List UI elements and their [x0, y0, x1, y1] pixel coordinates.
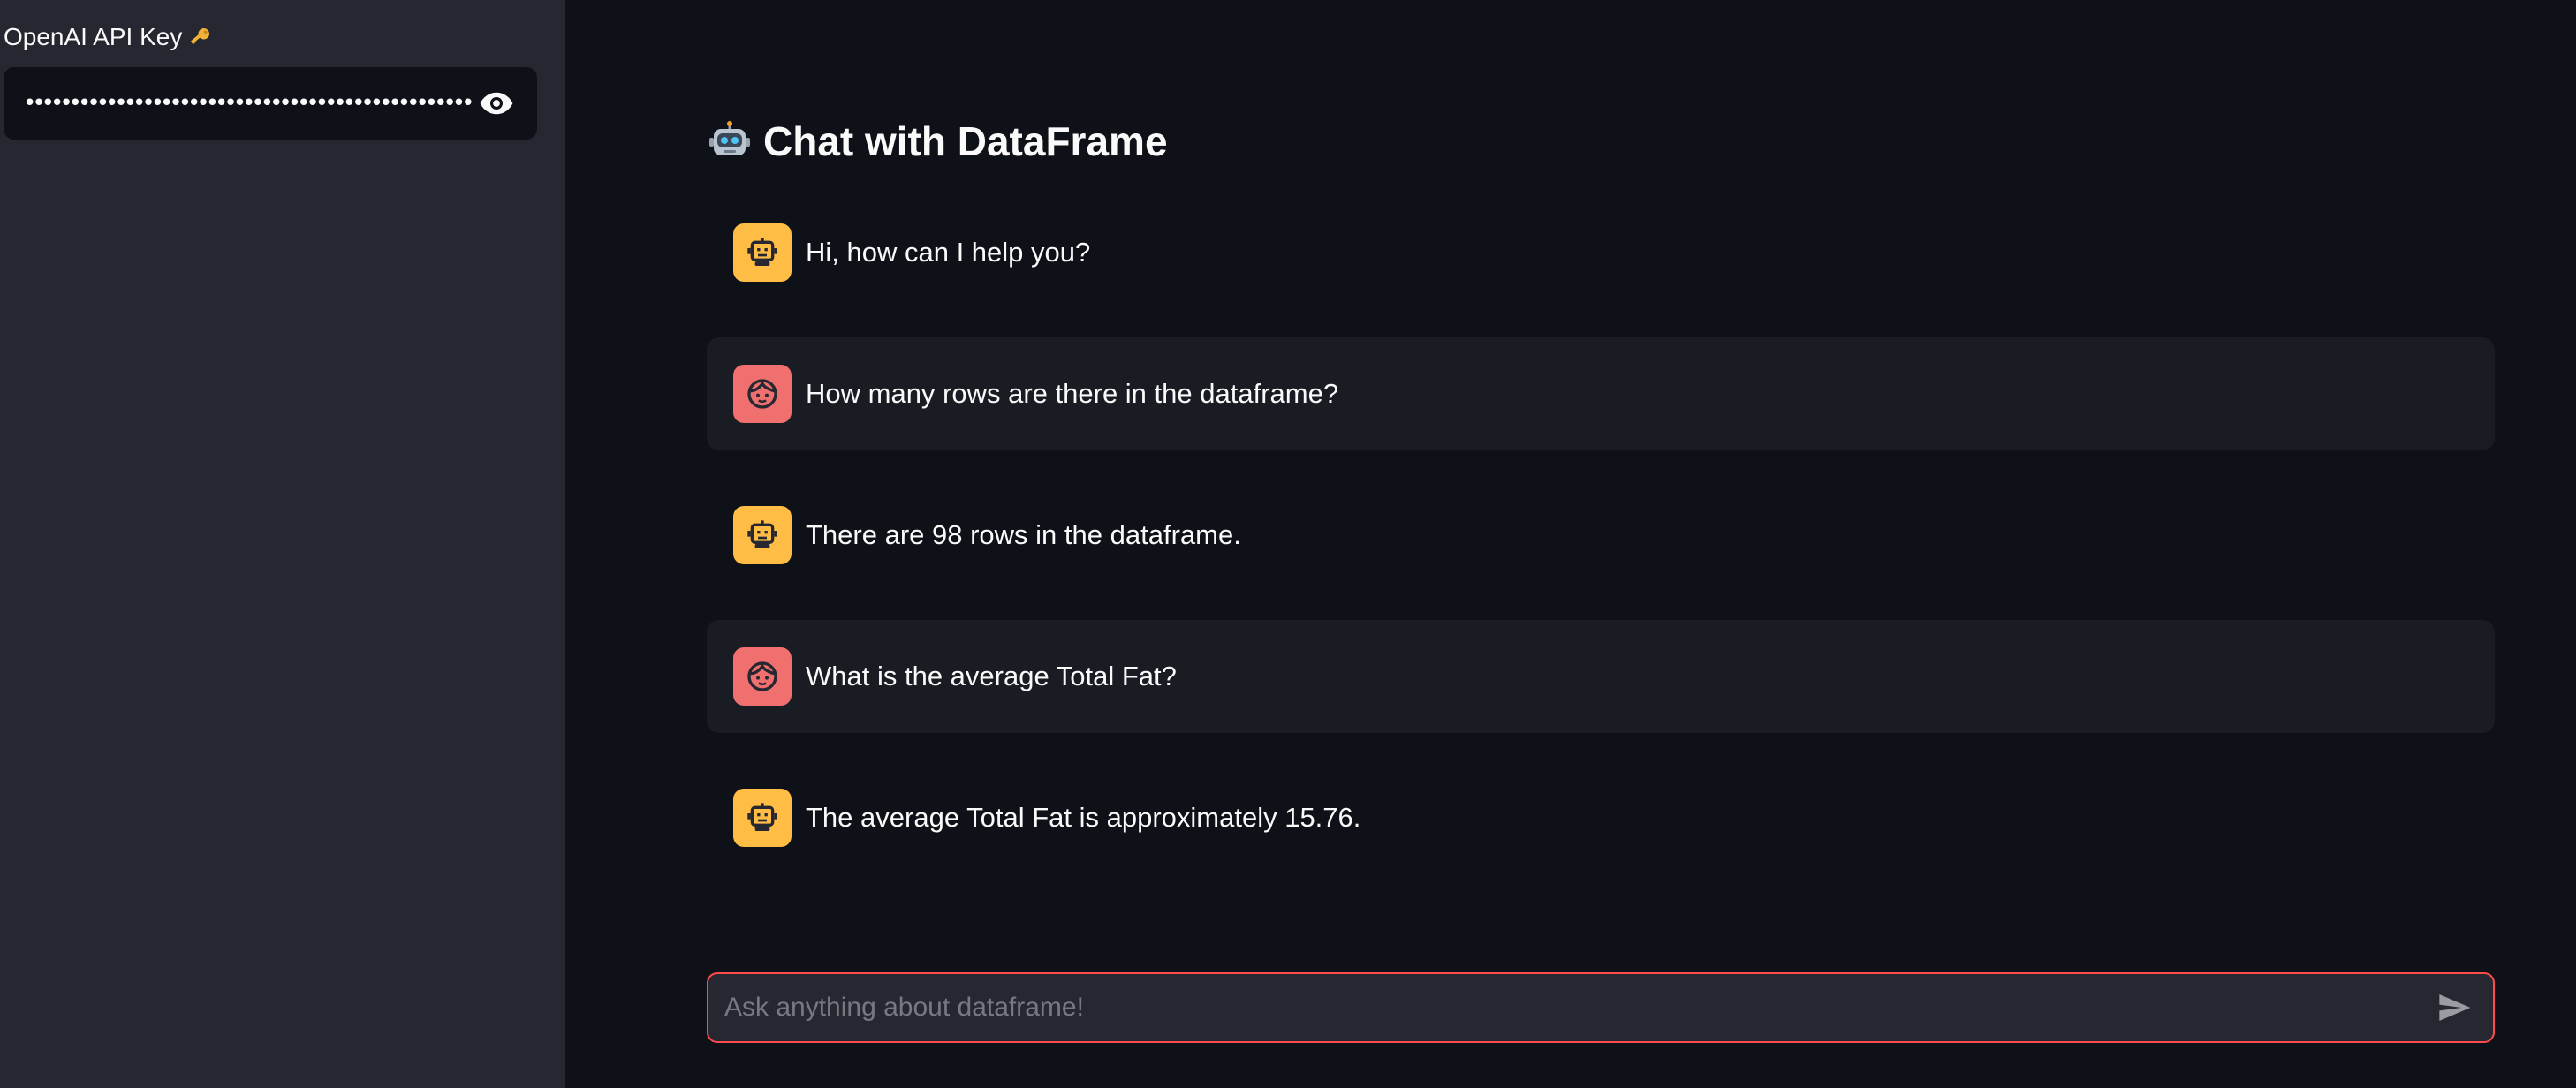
- send-icon: [2439, 994, 2471, 1021]
- chat-message-assistant: The average Total Fat is approximately 1…: [707, 761, 2495, 874]
- assistant-avatar: [733, 506, 792, 564]
- bot-icon: [747, 803, 777, 831]
- assistant-avatar: [733, 223, 792, 282]
- chat-input-container: [707, 972, 2495, 1043]
- key-icon: [191, 28, 210, 45]
- send-button[interactable]: [2429, 983, 2479, 1032]
- robot-icon: [709, 121, 750, 155]
- message-text: How many rows are there in the dataframe…: [806, 378, 1339, 409]
- page-title: Chat with DataFrame: [763, 118, 1168, 164]
- show-password-button[interactable]: [474, 80, 519, 126]
- bot-icon: [747, 520, 777, 548]
- user-face-icon: [747, 379, 777, 409]
- message-text: What is the average Total Fat?: [806, 661, 1177, 691]
- user-face-icon: [747, 661, 777, 691]
- page-title-row: Chat with DataFrame: [708, 113, 1168, 170]
- api-key-label-row: OpenAI API Key: [4, 21, 214, 53]
- sidebar: OpenAI API Key: [0, 0, 565, 1088]
- chat-message-user: What is the average Total Fat?: [707, 620, 2495, 733]
- user-avatar: [733, 365, 792, 423]
- api-key-input[interactable]: [21, 89, 474, 117]
- message-text: There are 98 rows in the dataframe.: [806, 519, 1241, 550]
- chat-message-assistant: There are 98 rows in the dataframe.: [707, 479, 2495, 592]
- message-text: Hi, how can I help you?: [806, 237, 1091, 268]
- assistant-avatar: [733, 789, 792, 847]
- chat-message-assistant: Hi, how can I help you?: [707, 196, 2495, 309]
- message-text: The average Total Fat is approximately 1…: [806, 802, 1361, 833]
- eye-icon: [480, 92, 513, 115]
- chat-message-user: How many rows are there in the dataframe…: [707, 337, 2495, 450]
- main-area: Chat with DataFrame Hi, how can I help y…: [565, 0, 2576, 1088]
- api-key-field: [4, 67, 537, 140]
- bot-icon: [747, 238, 777, 266]
- user-avatar: [733, 647, 792, 706]
- api-key-label: OpenAI API Key: [4, 23, 183, 50]
- chat-input[interactable]: [723, 992, 2429, 1024]
